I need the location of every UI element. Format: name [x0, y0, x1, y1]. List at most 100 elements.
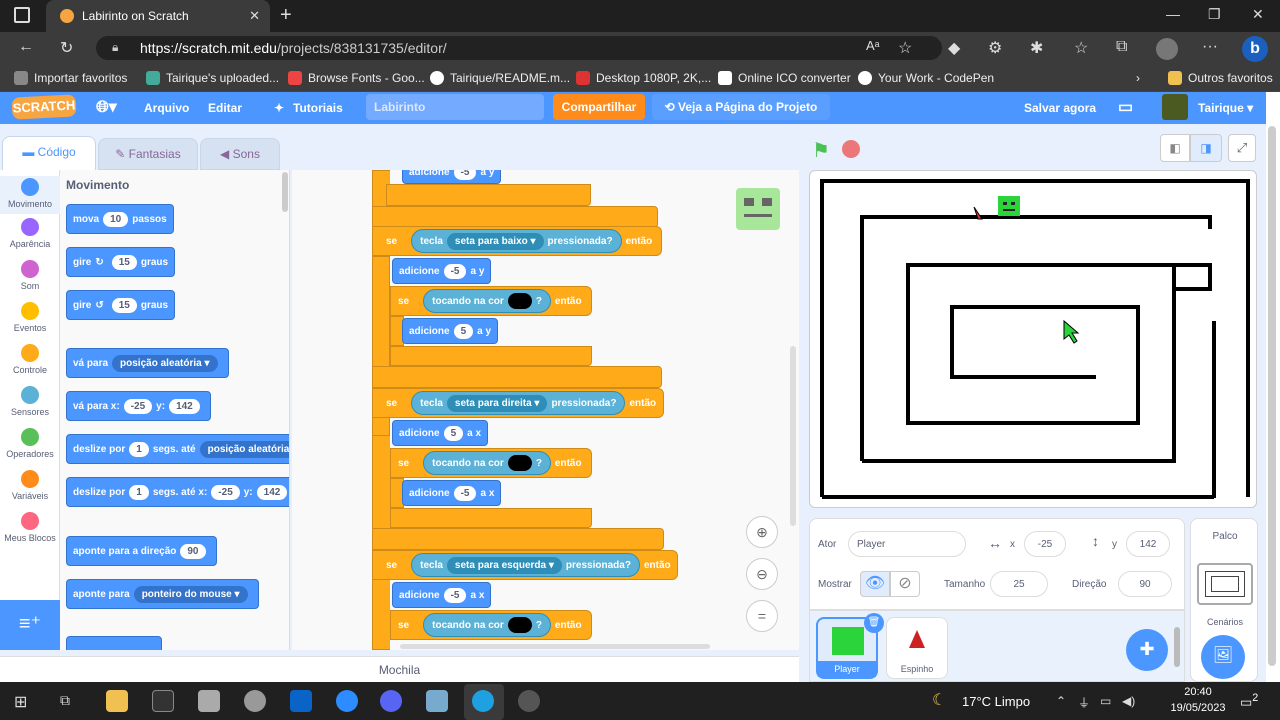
- block-change-y[interactable]: adicione 5 a y: [402, 318, 499, 344]
- weather-moon-icon[interactable]: ☾: [932, 690, 946, 710]
- if-block-end[interactable]: [386, 184, 591, 206]
- favorites-icon[interactable]: ☆: [1074, 38, 1088, 58]
- block-goto-xy[interactable]: vá para x: -25 y: 142: [66, 391, 211, 421]
- terminal-icon[interactable]: [152, 690, 174, 712]
- other-favorites[interactable]: Outros favoritos: [1168, 71, 1273, 85]
- stage-canvas[interactable]: [809, 170, 1257, 508]
- block-change-y[interactable]: adicione -5 a y: [392, 258, 492, 284]
- block-change-x[interactable]: adicione -5 a x: [392, 582, 492, 608]
- category-motion[interactable]: Movimento: [0, 176, 60, 214]
- edge-icon[interactable]: [472, 690, 494, 712]
- extension-icon[interactable]: ◆: [948, 38, 960, 58]
- if-touching-row[interactable]: se tocando na cor? então: [398, 448, 582, 478]
- collections-icon[interactable]: ⧉: [1116, 38, 1127, 56]
- zoom-in-button[interactable]: ⊕: [746, 516, 778, 548]
- save-now-button[interactable]: Salvar agora: [1024, 97, 1096, 119]
- bookmark-item[interactable]: Online ICO converter: [718, 71, 851, 85]
- zoom-out-button[interactable]: ⊖: [746, 558, 778, 590]
- backpack-header[interactable]: Mochila: [0, 656, 799, 682]
- user-avatar[interactable]: [1162, 94, 1188, 120]
- tray-chevron-icon[interactable]: ⌃: [1056, 694, 1066, 708]
- restore-icon[interactable]: ❐: [1208, 6, 1221, 23]
- address-bar[interactable]: https://scratch.mit.edu/projects/8381317…: [96, 36, 942, 60]
- color-swatch-black[interactable]: [507, 617, 532, 633]
- sprite-list-scrollbar[interactable]: [1174, 627, 1180, 667]
- my-stuff-folder-icon[interactable]: ▭: [1118, 97, 1133, 119]
- bookmark-item[interactable]: Importar favoritos: [14, 71, 127, 85]
- category-operators[interactable]: Operadores: [0, 428, 60, 459]
- stop-icon[interactable]: [842, 140, 860, 158]
- file-explorer-icon[interactable]: [106, 690, 128, 712]
- lock-icon[interactable]: 🔒︎: [112, 40, 118, 55]
- if-touching-row[interactable]: se tocando na cor? então: [398, 286, 582, 316]
- bookmark-item[interactable]: Tairique's uploaded...: [146, 71, 279, 85]
- discord-icon[interactable]: [380, 690, 402, 712]
- app-icon[interactable]: [198, 690, 220, 712]
- player-sprite[interactable]: [998, 196, 1020, 216]
- if-key-right-row[interactable]: se tecla seta para direita ▾ pressionada? en…: [386, 388, 656, 418]
- category-sound[interactable]: Som: [0, 260, 60, 291]
- see-project-page-button[interactable]: ⟲ Veja a Página do Projeto: [652, 94, 830, 120]
- direction-input[interactable]: 90: [1118, 571, 1172, 597]
- clock-time[interactable]: 20:40: [1168, 686, 1228, 698]
- color-swatch-black[interactable]: [507, 455, 532, 471]
- close-tab-icon[interactable]: ✕: [249, 8, 260, 24]
- x-input[interactable]: -25: [1024, 531, 1066, 557]
- if-touching-row[interactable]: se tocando na cor? então: [398, 610, 582, 640]
- clock-date[interactable]: 19/05/2023: [1168, 702, 1228, 714]
- palette-scrollbar[interactable]: [282, 172, 288, 212]
- lightbulb-icon[interactable]: ✦: [274, 97, 284, 119]
- windows-start-icon[interactable]: ⊞: [14, 692, 27, 712]
- tab-code[interactable]: ▬ Código: [2, 136, 96, 172]
- bing-icon[interactable]: b: [1242, 36, 1268, 62]
- close-window-icon[interactable]: ✕: [1252, 6, 1264, 23]
- favorite-star-icon[interactable]: ☆: [898, 38, 912, 58]
- size-input[interactable]: 25: [990, 571, 1048, 597]
- block-change-x[interactable]: adicione 5 a x: [392, 420, 489, 446]
- weather-text[interactable]: 17°C Limpo: [962, 694, 1030, 709]
- sprite-tile-spike[interactable]: Espinho: [886, 617, 948, 679]
- block-goto[interactable]: vá para posição aleatória ▾: [66, 348, 229, 378]
- profile-avatar[interactable]: [1156, 38, 1178, 60]
- tab-actions-icon[interactable]: [14, 7, 30, 23]
- block-change-x[interactable]: adicione -5 a x: [402, 480, 502, 506]
- category-events[interactable]: Eventos: [0, 302, 60, 333]
- block-point-towards[interactable]: aponte para ponteiro do mouse ▾: [66, 579, 259, 609]
- category-sensing[interactable]: Sensores: [0, 386, 60, 417]
- sprite-name-input[interactable]: Player: [848, 531, 966, 557]
- zoom-reset-button[interactable]: =: [746, 600, 778, 632]
- read-aloud-icon[interactable]: Aᵃ: [866, 38, 880, 53]
- more-menu-icon[interactable]: ···: [1202, 38, 1218, 56]
- user-menu[interactable]: Tairique ▾: [1198, 97, 1253, 119]
- workspace-scrollbar-horizontal[interactable]: [400, 644, 710, 649]
- browser-tab[interactable]: Labirinto on Scratch ✕: [46, 0, 270, 32]
- y-input[interactable]: 142: [1126, 531, 1170, 557]
- outlook-icon[interactable]: [290, 690, 312, 712]
- small-stage-icon[interactable]: ◧: [1160, 134, 1190, 162]
- chevron-right-icon[interactable]: ›: [1136, 71, 1140, 85]
- if-key-left-row[interactable]: se tecla seta para esquerda ▾ pressionada? e…: [386, 550, 671, 580]
- block-glide[interactable]: deslize por 1 segs. até posição aleatória: [66, 434, 289, 464]
- globe-icon[interactable]: 🌐︎▾: [96, 97, 117, 119]
- green-flag-icon[interactable]: ⚑: [812, 138, 830, 163]
- category-control[interactable]: Controle: [0, 344, 60, 375]
- category-variables[interactable]: Variáveis: [0, 470, 60, 501]
- page-scrollbar[interactable]: [1268, 126, 1276, 666]
- block-glide-xy[interactable]: deslize por 1 segs. até x: -25 y: 142: [66, 477, 289, 507]
- network-icon[interactable]: ▭: [1100, 694, 1111, 708]
- project-title-input[interactable]: Labirinto: [366, 94, 544, 120]
- hide-eye-icon[interactable]: ⊘: [890, 571, 920, 597]
- stage-thumbnail[interactable]: [1197, 563, 1253, 605]
- add-sprite-button[interactable]: ✚: [1126, 629, 1168, 671]
- block-partial[interactable]: [66, 636, 162, 650]
- bookmark-item[interactable]: Your Work - CodePen: [858, 71, 994, 85]
- workspace-scrollbar-vertical[interactable]: [790, 346, 796, 526]
- add-backdrop-button[interactable]: 🖼︎: [1201, 635, 1245, 679]
- refresh-icon[interactable]: ↻: [60, 38, 73, 58]
- scratch-logo[interactable]: SCRATCH: [11, 94, 77, 120]
- share-button[interactable]: Compartilhar: [553, 94, 645, 120]
- bookmark-item[interactable]: Desktop 1080P, 2K,...: [576, 71, 711, 85]
- puzzle-icon[interactable]: ✱: [1030, 38, 1043, 58]
- app-icon[interactable]: [426, 690, 448, 712]
- app-icon[interactable]: [244, 690, 266, 712]
